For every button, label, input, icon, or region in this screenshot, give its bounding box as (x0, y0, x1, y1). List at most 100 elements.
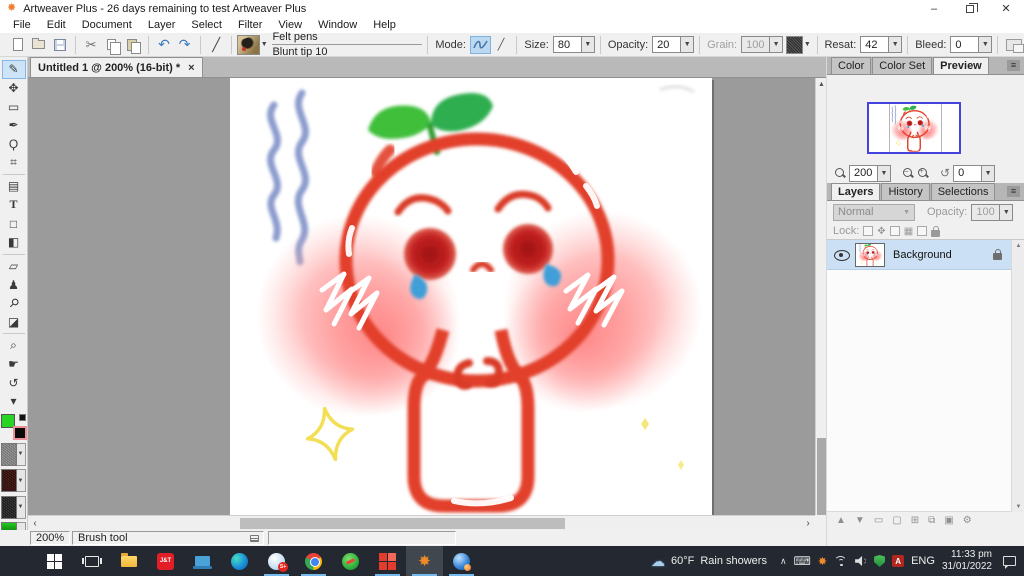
menu-file[interactable]: File (5, 19, 39, 31)
minimize-button[interactable]: – (916, 0, 952, 17)
paper-texture-dropdown-arrow[interactable]: ▼ (16, 442, 26, 466)
touch-keyboard-icon[interactable]: ⌨ (794, 554, 811, 568)
red-a-app-tray-icon[interactable]: A (892, 555, 905, 567)
duplicate-layer-button[interactable]: ⧉ (928, 515, 935, 526)
redo-button[interactable]: ↷ (174, 35, 195, 55)
document-canvas[interactable] (230, 78, 712, 515)
layer-thumbnail[interactable] (855, 242, 885, 267)
opacity-dropdown-arrow[interactable]: ▼ (680, 36, 695, 53)
bleed-combo[interactable]: 0 ▼ (950, 36, 993, 53)
tool-shape[interactable]: □ (2, 214, 26, 233)
preview-panel-menu-icon[interactable]: ≡ (1007, 60, 1020, 71)
layer-visibility-eye-icon[interactable] (834, 249, 850, 261)
scroll-right-arrow[interactable]: › (801, 516, 815, 531)
rotation-value[interactable]: 0 (953, 164, 982, 182)
green-app-button[interactable] (332, 546, 369, 576)
save-button[interactable] (49, 35, 70, 55)
tab-preview[interactable]: Preview (933, 57, 989, 74)
menu-help[interactable]: Help (365, 19, 404, 31)
tray-expand-chevron-icon[interactable]: ∧ (780, 556, 787, 567)
resat-combo[interactable]: 42 ▼ (860, 36, 903, 53)
paper-texture-selector[interactable]: ▼ (0, 442, 27, 466)
background-color-swatch[interactable] (12, 426, 27, 441)
size-value[interactable]: 80 (552, 36, 581, 53)
document-close-icon[interactable]: × (188, 62, 194, 74)
action-center-icon[interactable] (1003, 556, 1016, 569)
artweaver-taskbar-button[interactable]: ✸ (406, 546, 443, 576)
undo-button[interactable]: ↶ (154, 35, 175, 55)
language-indicator[interactable]: ENG (911, 555, 935, 567)
resat-dropdown-arrow[interactable]: ▼ (888, 36, 903, 53)
document-tab[interactable]: Untitled 1 @ 200% (16-bit) * × (30, 57, 203, 77)
tab-layers[interactable]: Layers (831, 183, 881, 200)
layer-list-scroll-down-arrow[interactable]: ▼ (1012, 501, 1024, 512)
rotation-combo[interactable]: 0 ▼ (953, 164, 996, 182)
horizontal-scroll-thumb[interactable] (240, 518, 565, 529)
defender-shield-icon[interactable] (874, 555, 886, 567)
pattern-dropdown-arrow[interactable]: ▼ (16, 469, 26, 493)
layer-name[interactable]: Background (893, 249, 952, 261)
brush-preview-swatch[interactable] (237, 34, 260, 55)
copy-button[interactable] (101, 35, 122, 55)
bleed-dropdown-arrow[interactable]: ▼ (978, 36, 993, 53)
restore-button[interactable] (952, 0, 988, 17)
menu-document[interactable]: Document (74, 19, 140, 31)
close-button[interactable]: ✕ (988, 0, 1024, 17)
clock[interactable]: 11:33 pm 31/01/2022 (942, 549, 992, 573)
tool-pen[interactable]: ✒ (2, 116, 26, 135)
menu-filter[interactable]: Filter (230, 19, 270, 31)
size-dropdown-arrow[interactable]: ▼ (580, 36, 595, 53)
device-app-button[interactable] (184, 546, 221, 576)
tool-rotate[interactable]: ↺ (2, 373, 26, 392)
freehand-mode-button[interactable] (469, 35, 491, 54)
menu-view[interactable]: View (270, 19, 310, 31)
straight-line-mode-button[interactable]: ╱ (491, 36, 512, 54)
move-layer-down-button[interactable]: ▼ (855, 515, 865, 526)
tab-color-set[interactable]: Color Set (872, 57, 933, 74)
tab-selections[interactable]: Selections (930, 183, 996, 200)
layer-properties-button[interactable]: ▭ (874, 515, 883, 526)
layer-list-scrollbar[interactable]: ▲ ▼ (1011, 240, 1024, 512)
layer-row-background[interactable]: Background (827, 240, 1024, 270)
tool-more[interactable]: ▾ (2, 392, 26, 411)
task-view-button[interactable] (73, 546, 110, 576)
weave-selector[interactable]: ▼ (0, 495, 27, 519)
new-layer-button[interactable]: ▢ (892, 515, 901, 526)
menu-edit[interactable]: Edit (39, 19, 74, 31)
layers-panel-menu-icon[interactable]: ≡ (1007, 186, 1020, 197)
wifi-icon[interactable] (834, 555, 848, 567)
chrome-button[interactable] (295, 546, 332, 576)
pattern-selector[interactable]: ▼ (0, 469, 27, 493)
tool-pattern[interactable]: ▤ (2, 177, 26, 196)
scroll-left-arrow[interactable]: ‹ (28, 516, 42, 531)
new-mask-button[interactable]: ⊞ (911, 515, 919, 526)
size-combo[interactable]: 80 ▼ (552, 36, 595, 53)
opacity-combo[interactable]: 20 ▼ (652, 36, 695, 53)
edge-button[interactable] (221, 546, 258, 576)
jt-app-button[interactable]: J&T (147, 546, 184, 576)
tool-zoom[interactable]: ⌕ (2, 336, 26, 355)
menu-select[interactable]: Select (183, 19, 230, 31)
grain-texture-swatch[interactable] (786, 35, 804, 54)
resat-value[interactable]: 42 (860, 36, 889, 53)
default-colors-icon[interactable] (18, 413, 26, 421)
volume-icon[interactable] (855, 556, 866, 566)
start-button[interactable] (36, 546, 73, 576)
red-grid-app-button[interactable] (369, 546, 406, 576)
zoom-out-icon[interactable]: – (902, 167, 914, 179)
preview-zoom-value[interactable]: 200 (849, 164, 877, 182)
brush-dropdown-arrow[interactable]: ▼ (260, 35, 268, 55)
menu-window[interactable]: Window (310, 19, 365, 31)
tool-eraser[interactable]: ▱ (2, 257, 26, 276)
move-layer-up-button[interactable]: ▲ (836, 515, 846, 526)
tool-hand[interactable]: ☛ (2, 355, 26, 374)
layer-list-scroll-up-arrow[interactable]: ▲ (1012, 240, 1024, 251)
menu-layer[interactable]: Layer (140, 19, 184, 31)
tool-brush[interactable]: ✎ (1, 60, 26, 79)
share-app-button[interactable]: S+ (258, 546, 295, 576)
browser-app-button[interactable] (443, 546, 480, 576)
tool-lasso[interactable]: Ϙ (2, 135, 26, 154)
tool-move[interactable]: ✥ (2, 79, 26, 98)
weave-dropdown-arrow[interactable]: ▼ (16, 495, 26, 519)
weather-widget[interactable]: ☁ 60°F Rain showers (651, 553, 767, 570)
